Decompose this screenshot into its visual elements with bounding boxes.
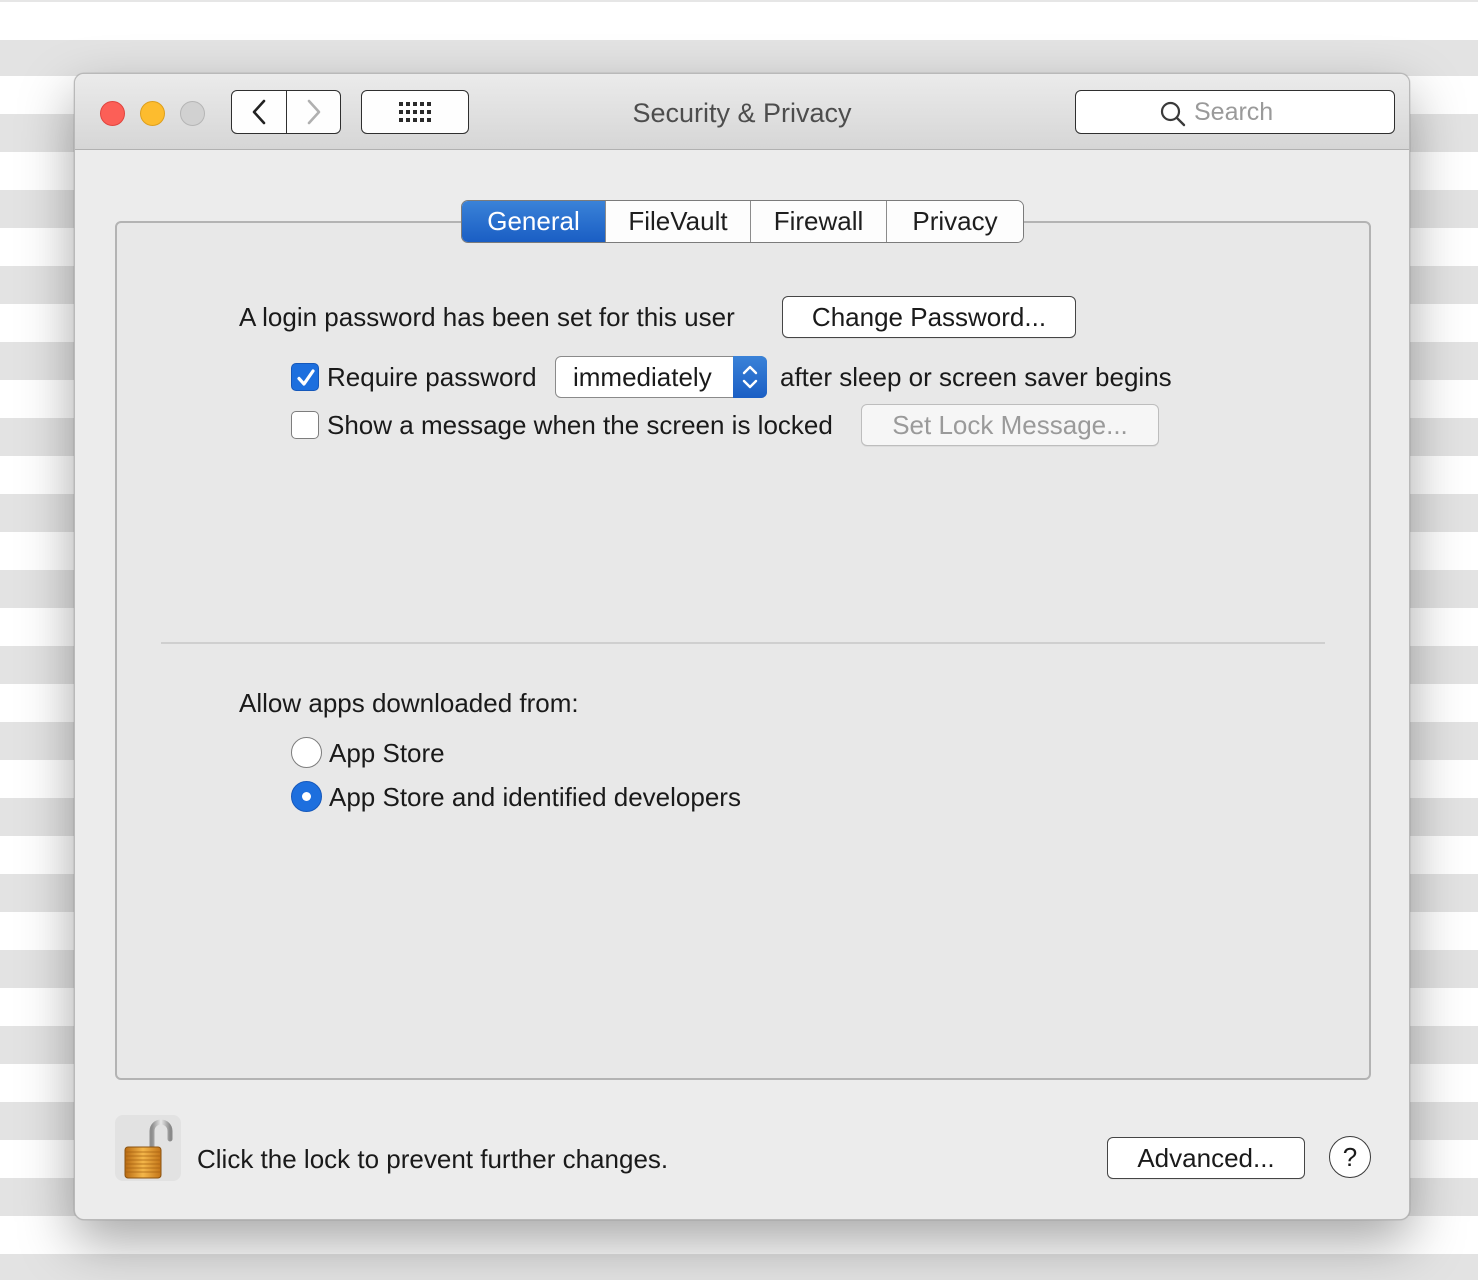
show-message-label: Show a message when the screen is locked	[327, 410, 833, 440]
show-message-checkbox[interactable]	[291, 411, 319, 439]
search-input[interactable]	[1194, 93, 1384, 131]
desktop-strip	[0, 0, 1478, 40]
set-lock-message-button[interactable]: Set Lock Message...	[861, 404, 1159, 446]
radio-app-store-label: App Store	[329, 738, 445, 768]
tab-firewall[interactable]: Firewall	[751, 201, 887, 242]
search-field[interactable]	[1075, 90, 1395, 134]
password-delay-value: immediately	[573, 362, 712, 392]
popup-arrows-icon	[742, 365, 758, 389]
require-password-checkbox[interactable]	[291, 363, 319, 391]
radio-app-store-identified[interactable]	[291, 781, 322, 812]
tab-bar: General FileVault Firewall Privacy	[461, 200, 1024, 243]
require-password-label: Require password	[327, 362, 537, 392]
require-password-suffix: after sleep or screen saver begins	[780, 362, 1172, 392]
lock-instruction-text: Click the lock to prevent further change…	[197, 1144, 669, 1174]
radio-app-store[interactable]	[291, 737, 322, 768]
change-password-button[interactable]: Change Password...	[782, 296, 1076, 338]
tab-content-panel	[115, 221, 1371, 1080]
checkmark-icon	[297, 369, 315, 386]
radio-app-store-identified-label: App Store and identified developers	[329, 782, 741, 812]
advanced-button[interactable]: Advanced...	[1107, 1137, 1305, 1179]
lock-button[interactable]	[115, 1115, 181, 1181]
tab-privacy[interactable]: Privacy	[887, 201, 1023, 242]
tab-filevault[interactable]: FileVault	[606, 201, 751, 242]
search-icon	[1160, 101, 1186, 127]
preferences-window: Security & Privacy General FileVault Fir…	[74, 73, 1410, 1220]
section-divider	[161, 642, 1325, 644]
allow-apps-heading: Allow apps downloaded from:	[239, 688, 579, 718]
tab-general[interactable]: General	[462, 201, 606, 242]
title-bar: Security & Privacy	[75, 74, 1409, 150]
help-button[interactable]: ?	[1329, 1136, 1371, 1178]
unlocked-padlock-icon	[124, 1119, 173, 1179]
popup-arrows	[733, 356, 767, 398]
password-delay-popup[interactable]: immediately	[555, 356, 767, 398]
login-password-status: A login password has been set for this u…	[239, 302, 735, 332]
